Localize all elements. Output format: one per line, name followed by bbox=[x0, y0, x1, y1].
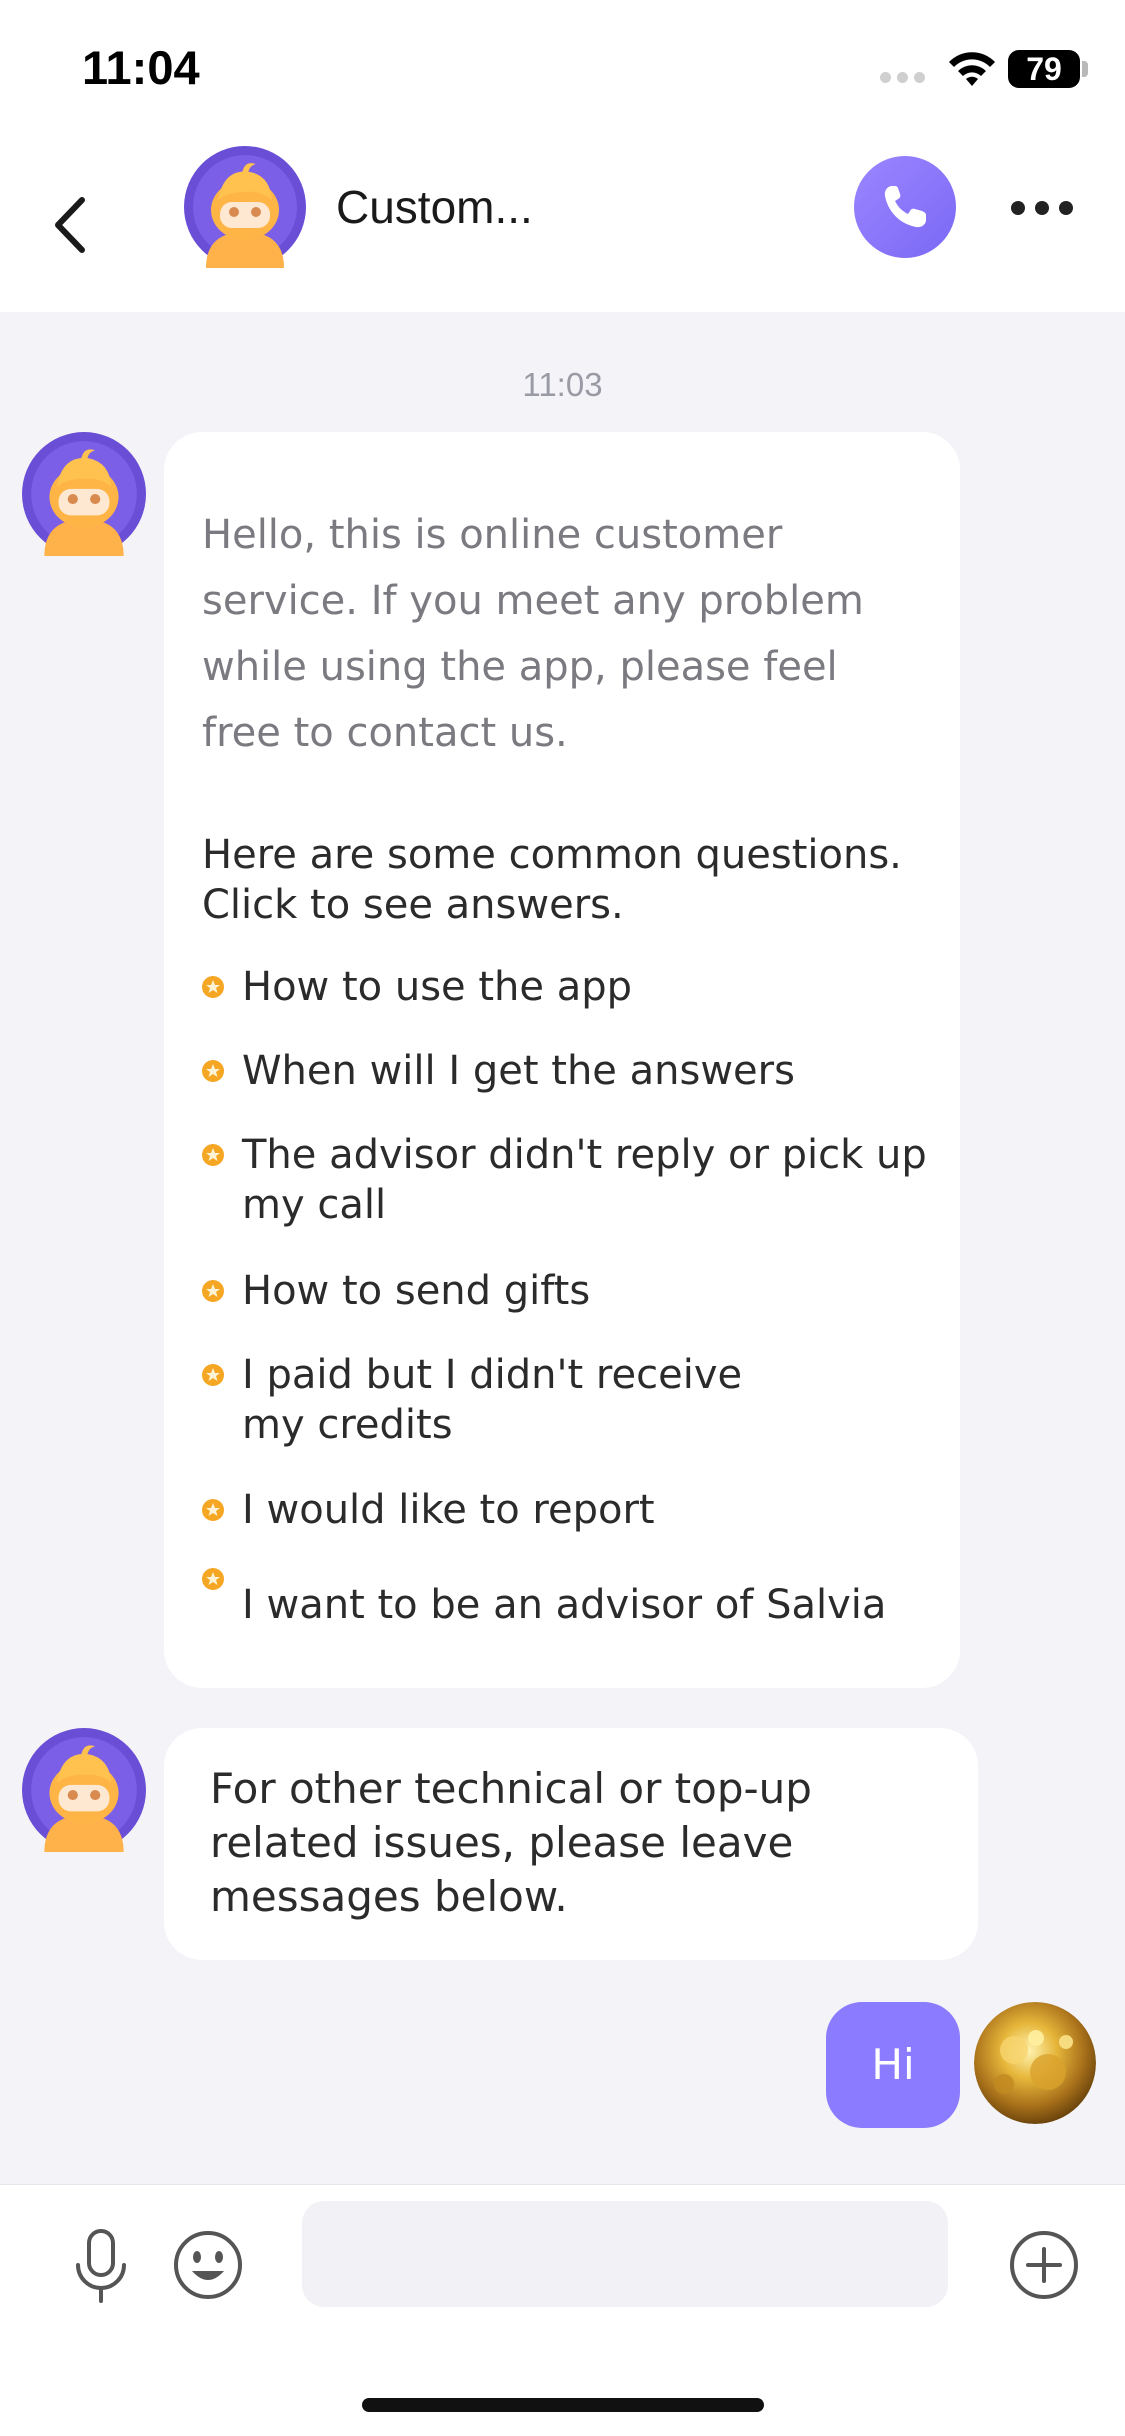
smiley-icon[interactable] bbox=[172, 2229, 244, 2301]
bot-message-bubble: For other technical or top-up related is… bbox=[164, 1728, 978, 1960]
bot-avatar[interactable] bbox=[22, 1728, 146, 1852]
call-button[interactable] bbox=[854, 156, 956, 258]
battery-tip bbox=[1082, 61, 1088, 77]
faq-item-label: The advisor didn't reply or pick up my c… bbox=[242, 1132, 927, 1228]
followup-message: For other technical or top-up related is… bbox=[210, 1764, 812, 1921]
user-message-bubble: Hi bbox=[826, 2002, 960, 2128]
star-bullet-icon bbox=[202, 1364, 224, 1386]
plus-circle-icon[interactable] bbox=[1008, 2229, 1080, 2301]
star-bullet-icon bbox=[202, 1568, 224, 1590]
ellipsis-dot bbox=[1035, 201, 1049, 215]
status-bar: 11:04 79 bbox=[0, 0, 1125, 140]
faq-item[interactable]: When will I get the answers bbox=[202, 1046, 962, 1096]
faq-item[interactable]: I paid but I didn't receive my credits bbox=[202, 1350, 762, 1450]
faq-item-label: I would like to report bbox=[242, 1487, 655, 1533]
chat-header: Custom... bbox=[0, 140, 1125, 312]
phone-icon bbox=[884, 186, 926, 228]
faq-item-label: I paid but I didn't receive my credits bbox=[242, 1352, 743, 1448]
faq-item[interactable]: How to send gifts bbox=[202, 1266, 962, 1316]
bot-avatar[interactable] bbox=[22, 432, 146, 556]
page-title: Custom... bbox=[336, 181, 533, 233]
star-bullet-icon bbox=[202, 1144, 224, 1166]
faq-intro: Here are some common questions. Click to… bbox=[202, 832, 902, 928]
faq-item-label: How to use the app bbox=[242, 964, 633, 1010]
star-bullet-icon bbox=[202, 1060, 224, 1082]
wifi-icon bbox=[949, 52, 995, 86]
star-bullet-icon bbox=[202, 976, 224, 998]
faq-item-label: How to send gifts bbox=[242, 1268, 591, 1314]
message-timestamp: 11:03 bbox=[522, 366, 603, 403]
faq-item[interactable]: How to use the app bbox=[202, 962, 962, 1012]
signal-icon bbox=[880, 72, 925, 83]
battery-icon: 79 bbox=[1008, 50, 1080, 88]
faq-item[interactable]: I would like to report bbox=[202, 1485, 962, 1535]
home-indicator[interactable] bbox=[362, 2398, 764, 2412]
faq-item-label: I want to be an advisor of Salvia bbox=[242, 1582, 887, 1628]
ellipsis-dot bbox=[1059, 201, 1073, 215]
message-input[interactable] bbox=[302, 2201, 948, 2307]
more-options-button[interactable] bbox=[1004, 188, 1080, 228]
user-avatar[interactable] bbox=[974, 2002, 1096, 2124]
microphone-icon[interactable] bbox=[70, 2227, 132, 2307]
back-chevron-icon[interactable] bbox=[44, 170, 96, 280]
star-bullet-icon bbox=[202, 1280, 224, 1302]
ellipsis-dot bbox=[1011, 201, 1025, 215]
bot-message-bubble: Hello, this is online customer service. … bbox=[164, 432, 960, 1688]
status-time: 11:04 bbox=[82, 41, 200, 94]
intro-message: Hello, this is online customer service. … bbox=[202, 512, 864, 756]
faq-item[interactable]: The advisor didn't reply or pick up my c… bbox=[202, 1130, 962, 1230]
star-bullet-icon bbox=[202, 1499, 224, 1521]
support-avatar[interactable] bbox=[184, 146, 306, 268]
faq-item-label: When will I get the answers bbox=[242, 1048, 795, 1094]
faq-item[interactable]: I want to be an advisor of Salvia bbox=[202, 1568, 962, 1630]
